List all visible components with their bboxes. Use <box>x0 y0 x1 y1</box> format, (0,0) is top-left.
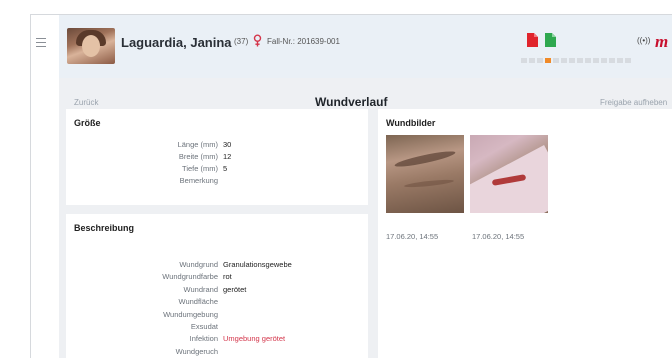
document-red-icon[interactable] <box>527 33 538 47</box>
description-label: Exsudat <box>190 322 218 331</box>
window-left-border <box>30 14 31 358</box>
progress-step <box>545 58 551 63</box>
progress-step <box>577 58 583 63</box>
progress-step <box>585 58 591 63</box>
progress-step <box>609 58 615 63</box>
wound-images-title: Wundbilder <box>386 118 436 128</box>
size-value: 12 <box>223 152 232 161</box>
progress-step <box>593 58 599 63</box>
description-label: Wundgrundfarbe <box>162 272 218 282</box>
progress-step <box>553 58 559 63</box>
patient-name: Laguardia, Janina <box>121 35 232 50</box>
size-label: Länge (mm) <box>177 140 218 149</box>
description-row: Wundumgebung <box>66 310 368 320</box>
size-label: Breite (mm) <box>178 152 218 161</box>
document-green-icon[interactable] <box>545 33 556 47</box>
size-row: Länge (mm) 30 <box>66 140 368 150</box>
description-label: Infektion <box>189 334 218 344</box>
progress-step <box>601 58 607 63</box>
size-label: Bemerkung <box>179 176 218 185</box>
progress-strip <box>521 58 631 63</box>
description-row: Wundgrund Granulationsgewebe <box>66 260 368 270</box>
size-row: Tiefe (mm) 5 <box>66 164 368 174</box>
hamburger-bar <box>36 38 46 39</box>
description-label: Wundfläche <box>178 297 218 307</box>
wound-images-card: Wundbilder 17.06.20, 14:55 17.06.20, 14:… <box>378 109 672 358</box>
description-value: Umgebung gerötet <box>223 334 286 344</box>
description-value: Granulationsgewebe <box>223 260 292 269</box>
patient-age: (37) <box>234 37 249 46</box>
description-row: Infektion Umgebung gerötet <box>66 334 368 344</box>
description-label: Wundgeruch <box>175 346 218 356</box>
description-card: Beschreibung Wundgrund Granulationsgewebe… <box>66 214 368 358</box>
description-label: Wundgrund <box>179 260 218 269</box>
size-card: Größe Länge (mm) 30 Breite (mm) 12 Tiefe (mm… <box>66 109 368 205</box>
size-value: 30 <box>223 140 232 149</box>
female-icon <box>253 34 262 47</box>
wound-image-date: 17.06.20, 14:55 <box>386 232 439 241</box>
wound-image-date: 17.06.20, 14:55 <box>472 232 525 241</box>
progress-step <box>561 58 567 63</box>
release-link[interactable]: Freigabe aufheben <box>600 98 667 107</box>
description-label: Wundumgebung <box>163 309 218 319</box>
description-row: Wundgrundfarbe rot <box>66 272 368 282</box>
back-link[interactable]: Zurück <box>74 98 98 107</box>
wound-image-thumbnail[interactable] <box>470 135 548 213</box>
description-row: Wundfläche <box>66 297 368 307</box>
nfc-signal-icon[interactable]: ((•)) <box>637 36 650 45</box>
hamburger-bar <box>36 46 46 47</box>
brand-logo: m <box>655 32 669 51</box>
avatar-face <box>82 35 100 57</box>
page-title: Wundverlauf <box>315 95 388 109</box>
size-row: Bemerkung <box>66 176 368 186</box>
description-value: gerötet <box>223 284 247 294</box>
app-window: Laguardia, Janina (37) Fall-Nr.: 201639-… <box>59 15 672 358</box>
progress-step <box>537 58 543 63</box>
hamburger-bar <box>36 42 46 43</box>
description-row: Wundrand gerötet <box>66 285 368 295</box>
progress-step <box>617 58 623 63</box>
size-row: Breite (mm) 12 <box>66 152 368 162</box>
size-value: 5 <box>223 164 228 173</box>
patient-avatar <box>67 28 115 64</box>
case-number: Fall-Nr.: 201639-001 <box>267 37 340 46</box>
hamburger-icon[interactable] <box>36 38 46 47</box>
size-card-title: Größe <box>74 118 101 128</box>
description-label: Wundrand <box>183 284 218 294</box>
progress-step <box>521 58 527 63</box>
image-detail <box>403 178 455 189</box>
progress-step <box>529 58 535 63</box>
progress-step <box>625 58 631 63</box>
description-value: rot <box>223 272 232 282</box>
size-label: Tiefe (mm) <box>182 164 218 173</box>
image-detail <box>393 148 457 170</box>
patient-header: Laguardia, Janina (37) Fall-Nr.: 201639-… <box>59 15 672 78</box>
wound-image-thumbnail[interactable] <box>386 135 464 213</box>
description-row: Exsudat <box>66 322 368 332</box>
description-card-title: Beschreibung <box>74 223 135 233</box>
progress-step <box>569 58 575 63</box>
description-row: Wundgeruch <box>66 347 368 357</box>
